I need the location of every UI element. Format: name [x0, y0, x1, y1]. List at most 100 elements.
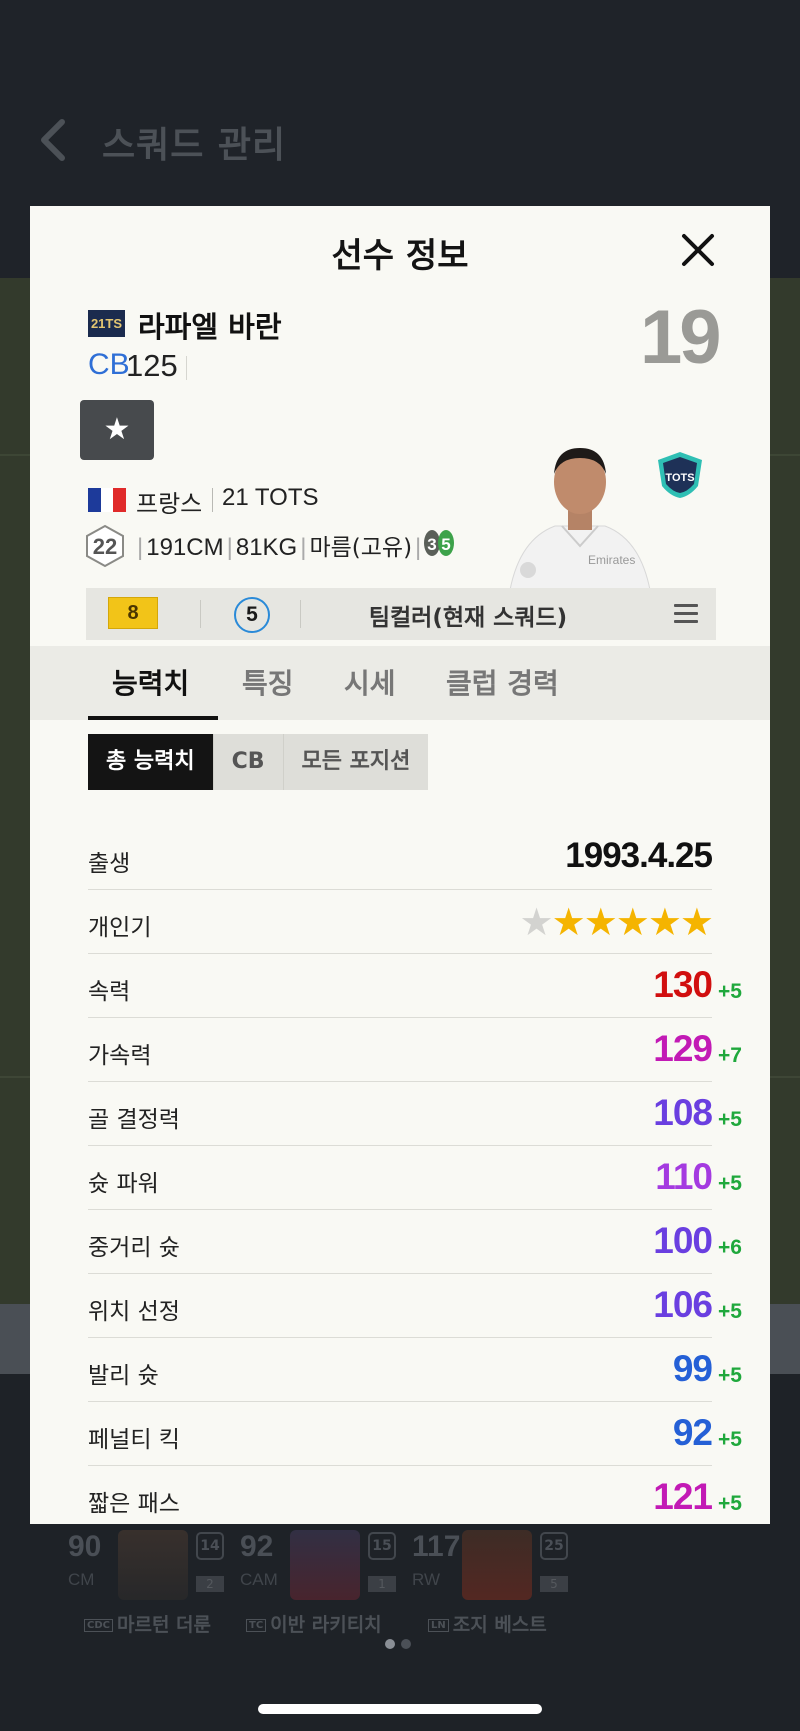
modal-title: 선수 정보	[331, 236, 469, 276]
stat-value: 92	[672, 1412, 713, 1453]
divider	[212, 488, 213, 512]
stat-row: 가속력 129 +7	[88, 1018, 742, 1082]
subtab-all-positions[interactable]: 모든 포지션	[283, 734, 429, 790]
stat-value: 130	[653, 964, 713, 1005]
bench-pos: RW	[412, 1570, 441, 1589]
star-icon: ★	[103, 412, 131, 447]
stat-value: 106	[653, 1284, 713, 1325]
close-icon[interactable]	[676, 228, 720, 272]
season-badge: 21TS	[88, 310, 125, 337]
stat-label: 개인기	[88, 915, 152, 941]
tab-club-history[interactable]: 클럽 경력	[446, 662, 559, 702]
tab-traits[interactable]: 특징	[242, 662, 294, 702]
player-ovr: 125	[126, 348, 178, 383]
stat-row: 위치 선정 106 +5	[88, 1274, 742, 1338]
stat-label: 출생	[88, 851, 131, 877]
stat-value: 100	[653, 1220, 713, 1261]
divider	[200, 600, 201, 628]
stat-label: 발리 슛	[88, 1363, 159, 1389]
stat-row: 발리 슛 99 +5	[88, 1338, 742, 1402]
stat-bonus: +5	[718, 1108, 742, 1131]
team-color-level-badge: 5	[234, 597, 270, 633]
player-face	[462, 1530, 532, 1600]
stat-bonus: +5	[718, 1300, 742, 1323]
star-icon: ★	[519, 900, 554, 944]
stat-bonus: +6	[718, 1236, 742, 1259]
pitch-edge-left	[0, 1304, 30, 1374]
player-position: CB	[88, 348, 130, 381]
pitch-edge-right	[770, 1304, 800, 1374]
upgrade-badge: 8	[108, 597, 158, 629]
bench-ovr: 117	[412, 1530, 461, 1563]
star-icon: ★	[679, 900, 714, 944]
stat-value: 129	[653, 1028, 713, 1069]
stat-row: 골 결정력 108 +5	[88, 1082, 742, 1146]
bench-level: 14	[196, 1532, 224, 1560]
bench-sub: 5	[540, 1576, 568, 1592]
popularity-stars: ★★★★★★	[519, 900, 714, 944]
stat-label: 골 결정력	[88, 1107, 180, 1133]
team-color-row[interactable]: 8 5 팀컬러(현재 스쿼드)	[86, 588, 716, 640]
star-icon: ★	[551, 900, 586, 944]
player-weight: 81KG	[235, 534, 298, 561]
stat-row: 속력 130 +5	[88, 954, 742, 1018]
divider	[186, 356, 187, 380]
stat-bonus: +5	[718, 1364, 742, 1387]
player-number: 19	[640, 295, 722, 380]
menu-icon[interactable]	[674, 604, 698, 624]
app-title: 스쿼드 관리	[102, 125, 287, 166]
svg-text:TOTS: TOTS	[665, 472, 694, 484]
stat-label: 페널티 킥	[88, 1427, 180, 1453]
svg-text:3: 3	[427, 535, 436, 554]
player-season-label: 21 TOTS	[222, 484, 319, 511]
player-body-info: | 191CM | 81KG | 마름(고유) |	[137, 534, 422, 561]
stat-row: 중거리 슛 100 +6	[88, 1210, 742, 1274]
player-name: 라파엘 바란	[138, 310, 282, 344]
svg-text:5: 5	[441, 535, 450, 554]
stat-label: 짧은 패스	[88, 1491, 180, 1517]
tots-shield-icon: TOTS	[654, 450, 706, 500]
subtab-cb[interactable]: CB	[212, 734, 284, 790]
player-face	[118, 1530, 188, 1600]
bench-pos: CAM	[240, 1570, 278, 1589]
stat-label: 슛 파워	[88, 1171, 159, 1197]
bench-pos: CM	[68, 1570, 95, 1589]
stat-row: 짧은 패스 121 +5	[88, 1466, 742, 1524]
player-face	[290, 1530, 360, 1600]
stat-row-popularity: 개인기 ★★★★★★	[88, 890, 714, 954]
stat-bonus: +5	[718, 1428, 742, 1451]
player-body-type: 마름(고유)	[309, 535, 413, 561]
svg-text:Emirates: Emirates	[588, 553, 635, 567]
subtab-bar: 총 능력치 CB 모든 포지션	[88, 734, 429, 790]
stat-bonus: +7	[718, 1044, 742, 1067]
stat-row: 슛 파워 110 +5	[88, 1146, 742, 1210]
player-nation: 프랑스	[136, 490, 203, 518]
subtab-total-stats[interactable]: 총 능력치	[88, 734, 213, 790]
active-tab-underline	[88, 716, 218, 720]
svg-text:22: 22	[93, 534, 117, 559]
player-photo: Emirates	[500, 434, 660, 591]
bench-ovr: 92	[240, 1530, 274, 1563]
bench-name: LN 조지 베스트	[428, 1610, 547, 1637]
france-flag-icon	[88, 488, 127, 512]
stat-label: 중거리 슛	[88, 1235, 180, 1261]
stat-label: 속력	[88, 979, 131, 1005]
stat-bonus: +5	[718, 980, 742, 1003]
bench-sub: 1	[368, 1576, 396, 1592]
star-icon: ★	[583, 900, 618, 944]
bench-level: 25	[540, 1532, 568, 1560]
tab-price[interactable]: 시세	[344, 662, 396, 702]
back-arrow-icon[interactable]	[34, 118, 74, 162]
stat-label: 가속력	[88, 1043, 152, 1069]
age-hexagon-badge: 22	[84, 524, 126, 568]
stat-value: 99	[672, 1348, 713, 1389]
favorite-star-button[interactable]: ★	[80, 400, 154, 460]
player-height: 191CM	[146, 534, 224, 561]
stat-row-birth: 출생 1993.4.25	[88, 826, 713, 890]
bench-sub: 2	[196, 1576, 224, 1592]
birth-date: 1993.4.25	[565, 836, 713, 875]
home-indicator	[258, 1704, 542, 1714]
stat-label: 위치 선정	[88, 1299, 180, 1325]
stat-value: 121	[653, 1476, 713, 1517]
tab-stats[interactable]: 능력치	[112, 662, 189, 702]
